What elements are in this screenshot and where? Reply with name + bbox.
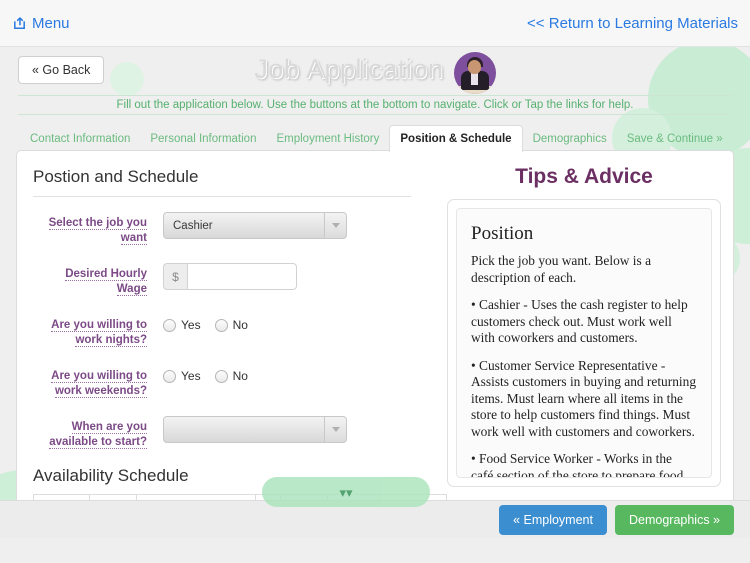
label-select-job[interactable]: Select the job you want — [33, 211, 163, 246]
main-content-card: Postion and Schedule Select the job you … — [16, 150, 734, 510]
label-work-weekends[interactable]: Are you willing to work weekends? — [33, 364, 163, 399]
previous-employment-button[interactable]: « Employment — [499, 504, 607, 535]
label-available-to-start[interactable]: When are you available to start? — [33, 415, 163, 450]
tips-paragraph: • Customer Service Representative - Assi… — [471, 357, 697, 439]
tab-save-and-continue[interactable]: Save & Continue » — [617, 126, 733, 151]
tab-personal-information[interactable]: Personal Information — [140, 126, 266, 151]
tab-employment-history[interactable]: Employment History — [266, 126, 389, 151]
field-row-weekends: Are you willing to work weekends? Yes No — [33, 364, 429, 399]
weekends-radio-yes[interactable]: Yes — [163, 369, 201, 383]
tab-contact-information[interactable]: Contact Information — [20, 126, 140, 151]
label-work-nights[interactable]: Are you willing to work nights? — [33, 313, 163, 348]
return-to-learning-materials-link[interactable]: << Return to Learning Materials — [527, 15, 738, 32]
chevron-down-icon — [324, 213, 346, 238]
page-header: Job Application « Go Back — [0, 47, 750, 94]
weekends-radio-no[interactable]: No — [214, 369, 248, 383]
radio-icon — [214, 369, 228, 383]
wage-input[interactable] — [187, 263, 297, 290]
tab-position-and-schedule[interactable]: Position & Schedule — [389, 125, 523, 152]
tips-outer-frame: Position Pick the job you want. Below is… — [447, 199, 721, 487]
weekends-no-label: No — [232, 369, 248, 383]
wage-input-group: $ — [163, 263, 297, 290]
top-bar: Menu << Return to Learning Materials — [0, 0, 750, 47]
tips-content[interactable]: Position Pick the job you want. Below is… — [456, 208, 712, 478]
share-box-arrow-icon — [12, 16, 27, 31]
application-page: Menu << Return to Learning Materials Job… — [0, 0, 750, 563]
tips-paragraph: • Food Service Worker - Works in the caf… — [471, 451, 684, 478]
field-row-nights: Are you willing to work nights? Yes No — [33, 313, 429, 348]
title-group: Job Application — [0, 47, 750, 94]
avatar — [453, 51, 496, 94]
menu-label: Menu — [32, 14, 70, 32]
instruction-text: Fill out the application below. Use the … — [18, 95, 732, 115]
nights-radio-group: Yes No — [163, 314, 429, 332]
chevron-down-icon — [324, 417, 346, 442]
nights-yes-label: Yes — [181, 318, 201, 332]
bottom-strip — [0, 538, 750, 563]
label-desired-hourly-wage[interactable]: Desired Hourly Wage — [33, 262, 163, 297]
tab-demographics[interactable]: Demographics — [523, 126, 617, 151]
field-row-job: Select the job you want Cashier — [33, 211, 429, 246]
position-schedule-form: Postion and Schedule Select the job you … — [17, 151, 447, 509]
availability-schedule-title: Availability Schedule — [33, 466, 189, 485]
radio-icon — [214, 318, 228, 332]
nights-radio-yes[interactable]: Yes — [163, 318, 201, 332]
nights-no-label: No — [232, 318, 248, 332]
dollar-sign-icon: $ — [163, 263, 187, 290]
next-demographics-button[interactable]: Demographics » — [614, 504, 734, 535]
tips-and-advice-panel: Tips & Advice Position Pick the job you … — [437, 151, 733, 509]
page-title: Job Application — [254, 54, 444, 84]
tips-paragraph: • Cashier - Uses the cash register to he… — [471, 297, 688, 345]
tips-title: Tips & Advice — [515, 165, 653, 188]
tab-bar: Contact Information Personal Information… — [20, 125, 733, 152]
tips-paragraph: Pick the job you want. Below is a descri… — [471, 253, 652, 285]
radio-icon — [163, 369, 176, 383]
menu-button[interactable]: Menu — [12, 15, 70, 32]
section-title: Postion and Schedule — [33, 167, 199, 186]
radio-icon — [163, 318, 176, 332]
weekends-yes-label: Yes — [181, 369, 201, 383]
start-date-select[interactable] — [163, 416, 347, 443]
divider — [33, 196, 411, 197]
job-select[interactable]: Cashier — [163, 212, 347, 239]
weekends-radio-group: Yes No — [163, 365, 429, 383]
field-row-wage: Desired Hourly Wage $ — [33, 262, 429, 297]
field-row-start-date: When are you available to start? — [33, 415, 429, 450]
job-select-value: Cashier — [173, 219, 213, 232]
tips-heading: Position — [471, 223, 534, 244]
nights-radio-no[interactable]: No — [214, 318, 248, 332]
footer-navigation: « Employment Demographics » — [0, 500, 750, 538]
go-back-button[interactable]: « Go Back — [18, 56, 105, 84]
